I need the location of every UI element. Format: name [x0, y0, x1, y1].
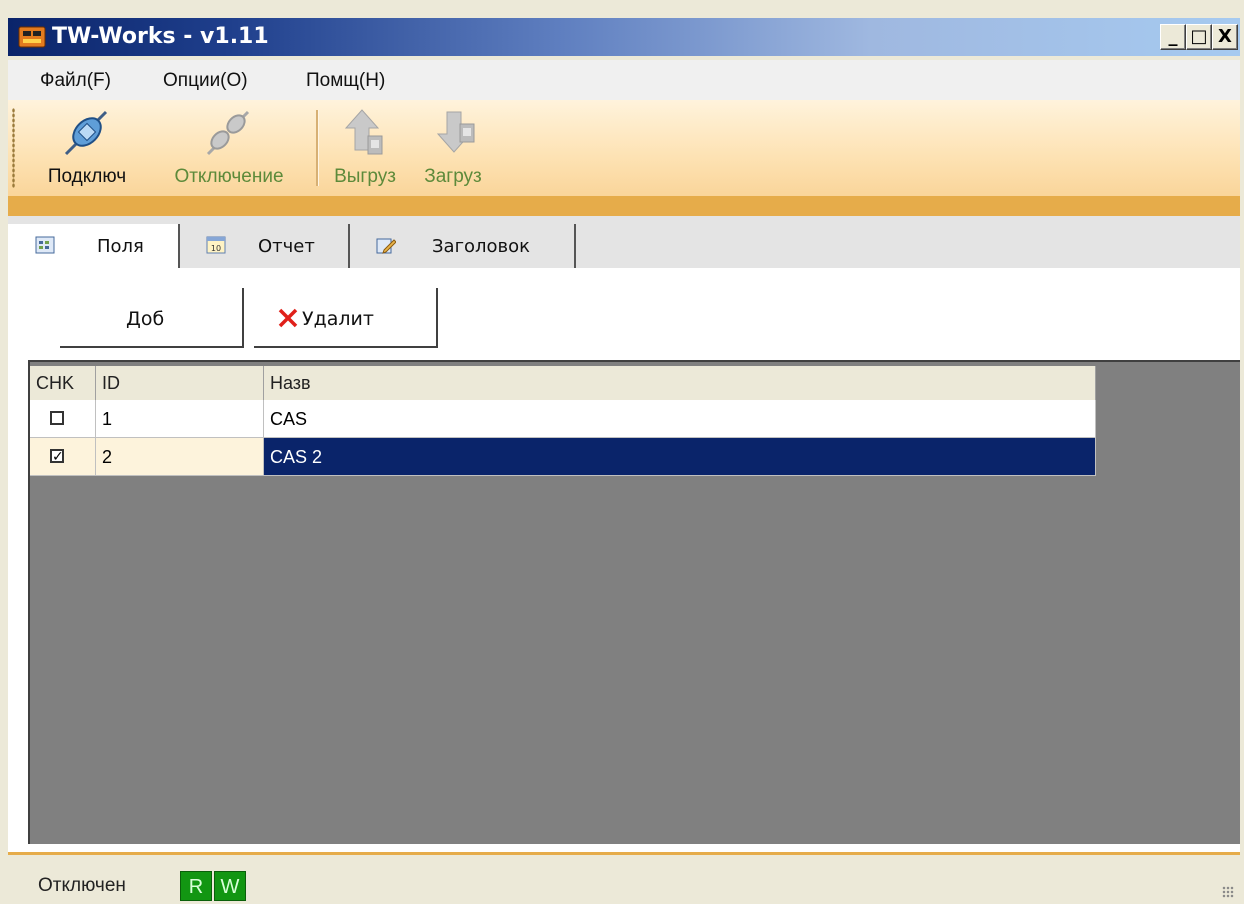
- maximize-button[interactable]: □: [1186, 24, 1212, 50]
- column-header-chk[interactable]: CHK: [30, 366, 96, 400]
- row-name: CAS: [264, 400, 1096, 438]
- tab-fields[interactable]: Поля: [8, 224, 180, 270]
- plug-connect-icon: [64, 110, 108, 156]
- tab-report-label: Отчет: [258, 236, 315, 257]
- connect-button[interactable]: Подключ: [22, 106, 152, 192]
- title-bar[interactable]: TW-Works - v1.11 _ □ X: [8, 18, 1240, 56]
- column-header-id[interactable]: ID: [96, 366, 264, 400]
- fields-icon: [35, 236, 55, 254]
- toolbar-separator: [316, 110, 319, 186]
- write-indicator: W: [214, 871, 246, 901]
- download-arrow-icon: [436, 111, 475, 153]
- row-checkbox-cell[interactable]: [30, 400, 96, 438]
- menu-bar: Файл(F) Опции(O) Помщ(H): [8, 60, 1240, 100]
- row-id: 2: [96, 438, 264, 476]
- delete-button-label: Удалит: [302, 308, 374, 330]
- fields-grid[interactable]: CHK ID Назв 1 CAS ✓ 2 CAS 2: [28, 360, 1240, 844]
- edit-icon: [376, 238, 396, 254]
- svg-text:10: 10: [211, 244, 221, 253]
- tab-header-label: Заголовок: [432, 236, 531, 257]
- upload-label: Выгруз: [334, 166, 396, 187]
- app-window: TW-Works - v1.11 _ □ X Файл(F) Опции(O) …: [0, 0, 1244, 904]
- tab-header[interactable]: Заголовок: [350, 224, 576, 268]
- row-id: 1: [96, 400, 264, 438]
- toolbar-grip[interactable]: [12, 108, 15, 188]
- minimize-button[interactable]: _: [1160, 24, 1186, 50]
- table-row[interactable]: 1 CAS: [30, 400, 1096, 438]
- disconnect-button[interactable]: Отключение: [154, 106, 304, 192]
- download-label: Загруз: [424, 166, 482, 187]
- tab-strip: Поля 10 Отчет Заголовок: [8, 216, 1240, 270]
- upload-button[interactable]: Выгруз: [320, 106, 410, 192]
- column-header-name[interactable]: Назв: [264, 366, 1096, 400]
- row-checkbox-cell[interactable]: ✓: [30, 438, 96, 476]
- connection-status: Отключен: [38, 875, 126, 896]
- plug-disconnect-icon: [206, 110, 250, 156]
- table-row[interactable]: ✓ 2 CAS 2: [30, 438, 1096, 476]
- menu-file[interactable]: Файл(F): [40, 70, 111, 92]
- row-checkbox[interactable]: [50, 411, 64, 425]
- disconnect-label: Отключение: [174, 166, 284, 187]
- delete-x-icon: [278, 308, 298, 328]
- close-button[interactable]: X: [1212, 24, 1238, 50]
- connect-label: Подключ: [47, 166, 127, 187]
- menu-help[interactable]: Помщ(H): [306, 70, 385, 92]
- upload-arrow-icon: [344, 109, 383, 155]
- tab-report[interactable]: 10 Отчет: [180, 224, 350, 268]
- toolbar: Подключ Отключение Выгруз Загруз: [8, 100, 1240, 196]
- window-title: TW-Works - v1.11: [52, 24, 269, 49]
- status-bar: Отключен R W: [8, 852, 1240, 904]
- add-button-label: Доб: [126, 308, 165, 330]
- add-button[interactable]: Доб: [60, 288, 244, 348]
- row-name-selected: CAS 2: [264, 438, 1096, 476]
- tab-fields-label: Поля: [97, 236, 144, 257]
- read-indicator: R: [180, 871, 212, 901]
- toolbar-divider-band: [8, 196, 1240, 216]
- app-icon: [18, 26, 46, 48]
- menu-options[interactable]: Опции(O): [163, 70, 248, 92]
- download-button[interactable]: Загруз: [408, 106, 498, 192]
- calendar-icon: 10: [206, 236, 226, 254]
- delete-button[interactable]: Удалит: [254, 288, 438, 348]
- row-checkbox-checked[interactable]: ✓: [50, 449, 64, 463]
- fields-panel: Доб Удалит CHK ID Назв 1 CAS ✓ 2 CAS 2: [8, 268, 1240, 852]
- grid-header: CHK ID Назв: [30, 366, 1096, 400]
- resize-grip[interactable]: [1222, 886, 1234, 898]
